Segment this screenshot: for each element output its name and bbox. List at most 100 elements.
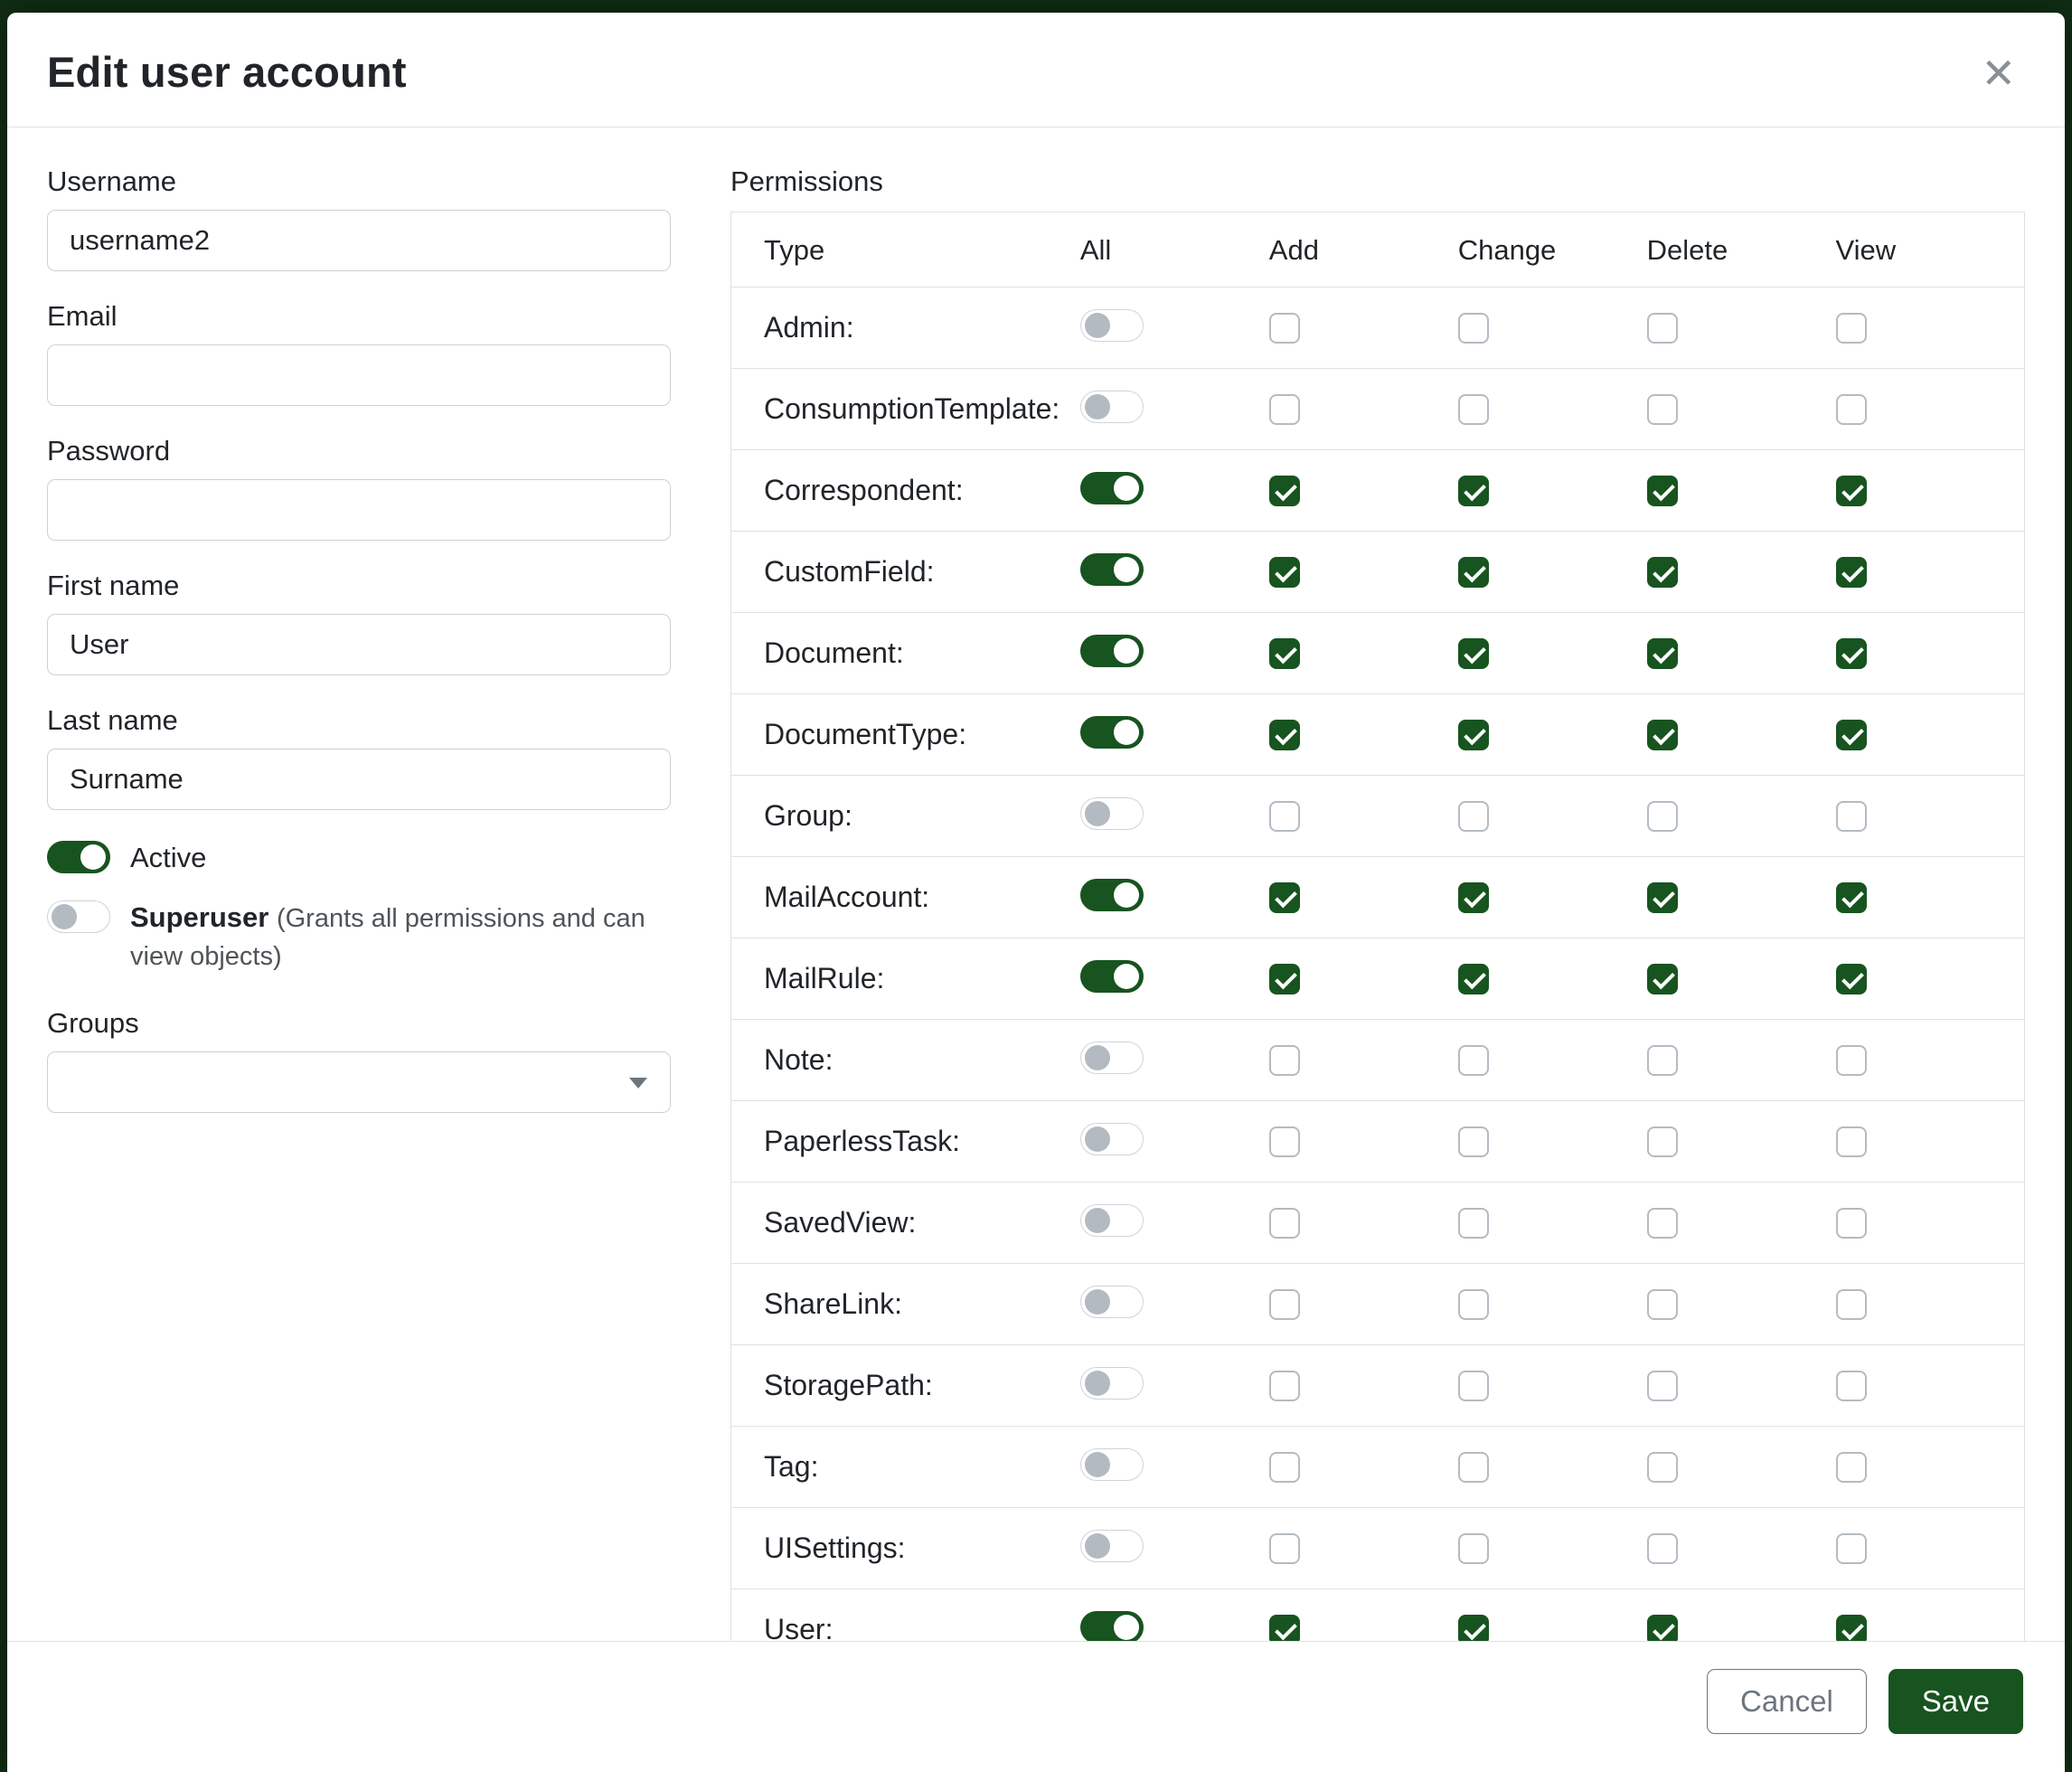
permission-all-toggle[interactable]: [1080, 797, 1144, 830]
permission-all-toggle[interactable]: [1080, 1530, 1144, 1562]
permission-change-checkbox[interactable]: [1458, 1452, 1489, 1483]
permission-add-checkbox[interactable]: [1269, 1126, 1300, 1157]
close-icon[interactable]: ✕: [1972, 47, 2025, 99]
permission-all-toggle[interactable]: [1080, 309, 1144, 342]
permission-delete-checkbox[interactable]: [1647, 394, 1678, 425]
permission-all-toggle[interactable]: [1080, 472, 1144, 504]
permission-all-toggle[interactable]: [1080, 1286, 1144, 1318]
permission-all-toggle[interactable]: [1080, 1448, 1144, 1481]
permission-change-checkbox[interactable]: [1458, 801, 1489, 832]
permission-delete-checkbox[interactable]: [1647, 964, 1678, 994]
permission-view-checkbox[interactable]: [1836, 1371, 1867, 1401]
permission-view-checkbox[interactable]: [1836, 964, 1867, 994]
cancel-button[interactable]: Cancel: [1707, 1669, 1867, 1734]
permission-delete-checkbox[interactable]: [1647, 638, 1678, 669]
permission-add-checkbox[interactable]: [1269, 1371, 1300, 1401]
permission-change-checkbox[interactable]: [1458, 1615, 1489, 1642]
permission-add-checkbox[interactable]: [1269, 313, 1300, 344]
permission-add-checkbox[interactable]: [1269, 1208, 1300, 1239]
save-button[interactable]: Save: [1888, 1669, 2023, 1734]
permission-delete-checkbox[interactable]: [1647, 476, 1678, 506]
permission-change-checkbox[interactable]: [1458, 1208, 1489, 1239]
permission-view-checkbox[interactable]: [1836, 882, 1867, 913]
permission-all-toggle[interactable]: [1080, 1204, 1144, 1237]
permission-view-checkbox[interactable]: [1836, 638, 1867, 669]
permission-all-toggle[interactable]: [1080, 1367, 1144, 1400]
permission-delete-checkbox[interactable]: [1647, 882, 1678, 913]
permission-add-checkbox[interactable]: [1269, 964, 1300, 994]
permission-all-toggle[interactable]: [1080, 1123, 1144, 1155]
permission-all-toggle[interactable]: [1080, 960, 1144, 993]
permission-add-checkbox[interactable]: [1269, 720, 1300, 750]
superuser-toggle[interactable]: [47, 900, 110, 933]
permission-view-checkbox[interactable]: [1836, 1615, 1867, 1642]
permission-change-checkbox[interactable]: [1458, 476, 1489, 506]
permission-delete-checkbox[interactable]: [1647, 1045, 1678, 1076]
permission-delete-checkbox[interactable]: [1647, 313, 1678, 344]
permission-change-checkbox[interactable]: [1458, 1126, 1489, 1157]
permission-add-checkbox[interactable]: [1269, 801, 1300, 832]
permission-view-checkbox[interactable]: [1836, 1045, 1867, 1076]
permission-add-checkbox[interactable]: [1269, 638, 1300, 669]
permission-view-checkbox[interactable]: [1836, 476, 1867, 506]
permission-delete-checkbox[interactable]: [1647, 1533, 1678, 1564]
username-label: Username: [47, 165, 671, 198]
permission-view-checkbox[interactable]: [1836, 313, 1867, 344]
permission-view-checkbox[interactable]: [1836, 394, 1867, 425]
permission-change-checkbox[interactable]: [1458, 720, 1489, 750]
permission-all-toggle[interactable]: [1080, 553, 1144, 586]
permission-view-checkbox[interactable]: [1836, 720, 1867, 750]
permission-add-checkbox[interactable]: [1269, 1045, 1300, 1076]
permission-delete-checkbox[interactable]: [1647, 557, 1678, 588]
permission-delete-checkbox[interactable]: [1647, 1208, 1678, 1239]
permission-add-checkbox[interactable]: [1269, 882, 1300, 913]
permissions-header-row: Type All Add Change Delete View: [731, 212, 2025, 287]
permission-add-checkbox[interactable]: [1269, 1615, 1300, 1642]
password-field[interactable]: [47, 479, 671, 541]
permission-change-checkbox[interactable]: [1458, 638, 1489, 669]
permission-change-checkbox[interactable]: [1458, 557, 1489, 588]
permission-add-checkbox[interactable]: [1269, 394, 1300, 425]
password-field-group: Password: [47, 435, 671, 541]
permission-delete-checkbox[interactable]: [1647, 720, 1678, 750]
permission-all-toggle[interactable]: [1080, 1042, 1144, 1074]
permission-change-checkbox[interactable]: [1458, 882, 1489, 913]
permission-all-toggle[interactable]: [1080, 635, 1144, 667]
permission-all-toggle[interactable]: [1080, 879, 1144, 911]
permission-change-checkbox[interactable]: [1458, 1533, 1489, 1564]
permission-view-checkbox[interactable]: [1836, 557, 1867, 588]
permission-view-checkbox[interactable]: [1836, 1533, 1867, 1564]
active-toggle[interactable]: [47, 841, 110, 873]
permission-change-checkbox[interactable]: [1458, 313, 1489, 344]
permission-view-checkbox[interactable]: [1836, 1289, 1867, 1320]
permission-add-checkbox[interactable]: [1269, 476, 1300, 506]
first-name-field-group: First name: [47, 570, 671, 675]
permission-add-checkbox[interactable]: [1269, 1289, 1300, 1320]
permission-change-checkbox[interactable]: [1458, 394, 1489, 425]
permission-delete-checkbox[interactable]: [1647, 1371, 1678, 1401]
first-name-input[interactable]: [47, 614, 671, 675]
permission-add-checkbox[interactable]: [1269, 1452, 1300, 1483]
email-field[interactable]: [47, 344, 671, 406]
permission-view-checkbox[interactable]: [1836, 1208, 1867, 1239]
username-input[interactable]: [47, 210, 671, 271]
permission-delete-checkbox[interactable]: [1647, 1126, 1678, 1157]
permission-all-toggle[interactable]: [1080, 1611, 1144, 1641]
permission-view-checkbox[interactable]: [1836, 1452, 1867, 1483]
permission-view-checkbox[interactable]: [1836, 1126, 1867, 1157]
permission-all-toggle[interactable]: [1080, 716, 1144, 749]
permission-change-checkbox[interactable]: [1458, 1045, 1489, 1076]
permission-add-checkbox[interactable]: [1269, 1533, 1300, 1564]
permission-change-checkbox[interactable]: [1458, 1371, 1489, 1401]
permission-view-checkbox[interactable]: [1836, 801, 1867, 832]
permission-delete-checkbox[interactable]: [1647, 801, 1678, 832]
permission-delete-checkbox[interactable]: [1647, 1615, 1678, 1642]
groups-select[interactable]: [47, 1051, 671, 1113]
permission-change-checkbox[interactable]: [1458, 1289, 1489, 1320]
permission-delete-checkbox[interactable]: [1647, 1452, 1678, 1483]
permission-all-toggle[interactable]: [1080, 391, 1144, 423]
permission-add-checkbox[interactable]: [1269, 557, 1300, 588]
permission-delete-checkbox[interactable]: [1647, 1289, 1678, 1320]
last-name-input[interactable]: [47, 749, 671, 810]
permission-change-checkbox[interactable]: [1458, 964, 1489, 994]
